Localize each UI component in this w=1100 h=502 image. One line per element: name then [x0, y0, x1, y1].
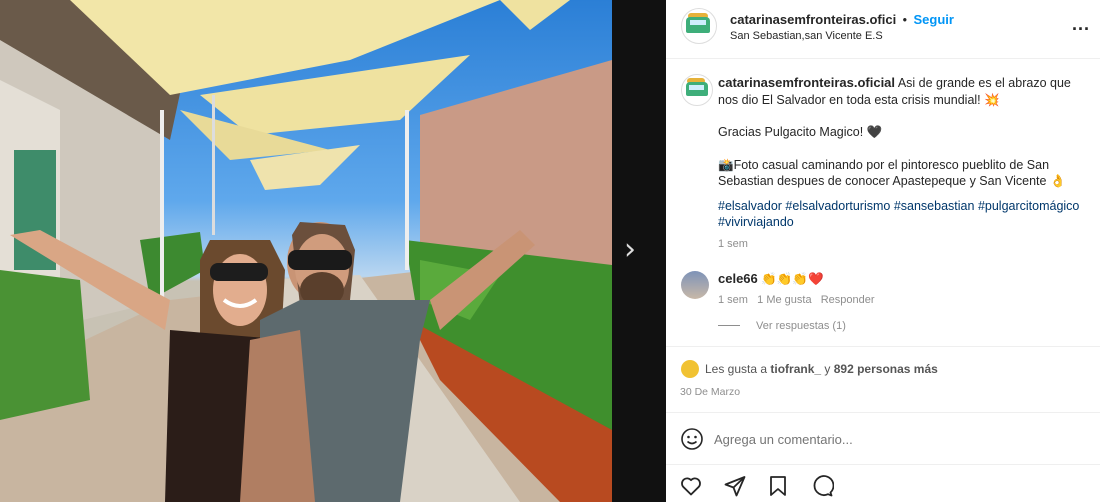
caption-line-2: Gracias Pulgacito Magico! 🖤 — [718, 125, 883, 139]
likes-prefix: Les gusta a — [705, 362, 771, 376]
liker-avatar[interactable] — [681, 360, 699, 378]
caption-avatar[interactable] — [681, 74, 713, 106]
caption-line-3: 📸Foto casual caminando por el pintoresco… — [718, 157, 1066, 189]
comment-username[interactable]: cele66 — [718, 271, 758, 286]
bookmark-icon[interactable] — [766, 474, 790, 498]
comment-item: cele66 👏👏👏❤️ 1 sem 1 Me gusta Responder … — [718, 271, 1078, 332]
add-comment-bar — [666, 412, 1100, 464]
liker-username[interactable]: tiofrank_ — [770, 362, 821, 376]
avatar-bus-window — [690, 20, 706, 25]
reply-line-divider — [718, 325, 740, 326]
view-replies-label[interactable]: Ver respuestas (1) — [756, 320, 846, 332]
hashtag[interactable]: #elsalvador — [718, 199, 782, 213]
post-photo[interactable]: › — [0, 0, 666, 502]
caption-time[interactable]: 1 sem — [718, 236, 1084, 253]
comment-meta: 1 sem 1 Me gusta Responder — [718, 294, 1078, 306]
heart-icon[interactable] — [679, 474, 703, 498]
emoji-icon[interactable] — [680, 427, 704, 451]
likes-section: Les gusta a tiofrank_ y 892 personas más… — [666, 346, 1100, 412]
likes-summary: Les gusta a tiofrank_ y 892 personas más — [705, 361, 938, 378]
hashtag-list: #elsalvador #elsalvadorturismo #sansebas… — [718, 198, 1084, 231]
chevron-right-icon[interactable]: › — [618, 235, 642, 265]
view-replies[interactable]: Ver respuestas (1) — [718, 320, 1078, 332]
post-side-panel: catarinasemfronteiras.ofici • Seguir San… — [666, 0, 1100, 502]
comment-input[interactable] — [714, 427, 1074, 451]
comment-icon[interactable] — [810, 474, 834, 498]
post-header: catarinasemfronteiras.ofici • Seguir San… — [666, 0, 1100, 59]
action-bar — [666, 464, 1100, 502]
comment-likes[interactable]: 1 Me gusta — [757, 294, 811, 306]
caption-text: catarinasemfronteiras.oficial Asi de gra… — [718, 75, 1084, 252]
avatar-bus-window — [689, 85, 704, 90]
likes-middle: y — [821, 362, 834, 376]
reply-button[interactable]: Responder — [821, 294, 875, 306]
caption-section: catarinasemfronteiras.oficial Asi de gra… — [666, 60, 1100, 346]
post-date[interactable]: 30 De Marzo — [680, 386, 740, 398]
hashtag[interactable]: #pulgarcitomágico — [978, 199, 1079, 213]
hashtag[interactable]: #sansebastian — [894, 199, 975, 213]
follow-button[interactable]: Seguir — [913, 12, 953, 27]
avatar[interactable] — [681, 8, 717, 44]
hashtag[interactable]: #elsalvadorturismo — [785, 199, 890, 213]
comment-time[interactable]: 1 sem — [718, 294, 748, 306]
more-options-icon[interactable]: ... — [1072, 14, 1090, 35]
caption-username[interactable]: catarinasemfronteiras.oficial — [718, 75, 895, 90]
street-photo — [0, 0, 612, 502]
location-link[interactable]: San Sebastian,san Vicente E.S — [730, 30, 883, 42]
hashtag[interactable]: #vivirviajando — [718, 215, 794, 229]
paper-plane-icon[interactable] — [723, 474, 747, 498]
header-username[interactable]: catarinasemfronteiras.ofici — [730, 12, 896, 27]
commenter-avatar[interactable] — [681, 271, 709, 299]
separator-dot: • — [902, 13, 908, 27]
likes-count[interactable]: 892 personas más — [834, 362, 938, 376]
comment-text: 👏👏👏❤️ — [761, 272, 824, 286]
